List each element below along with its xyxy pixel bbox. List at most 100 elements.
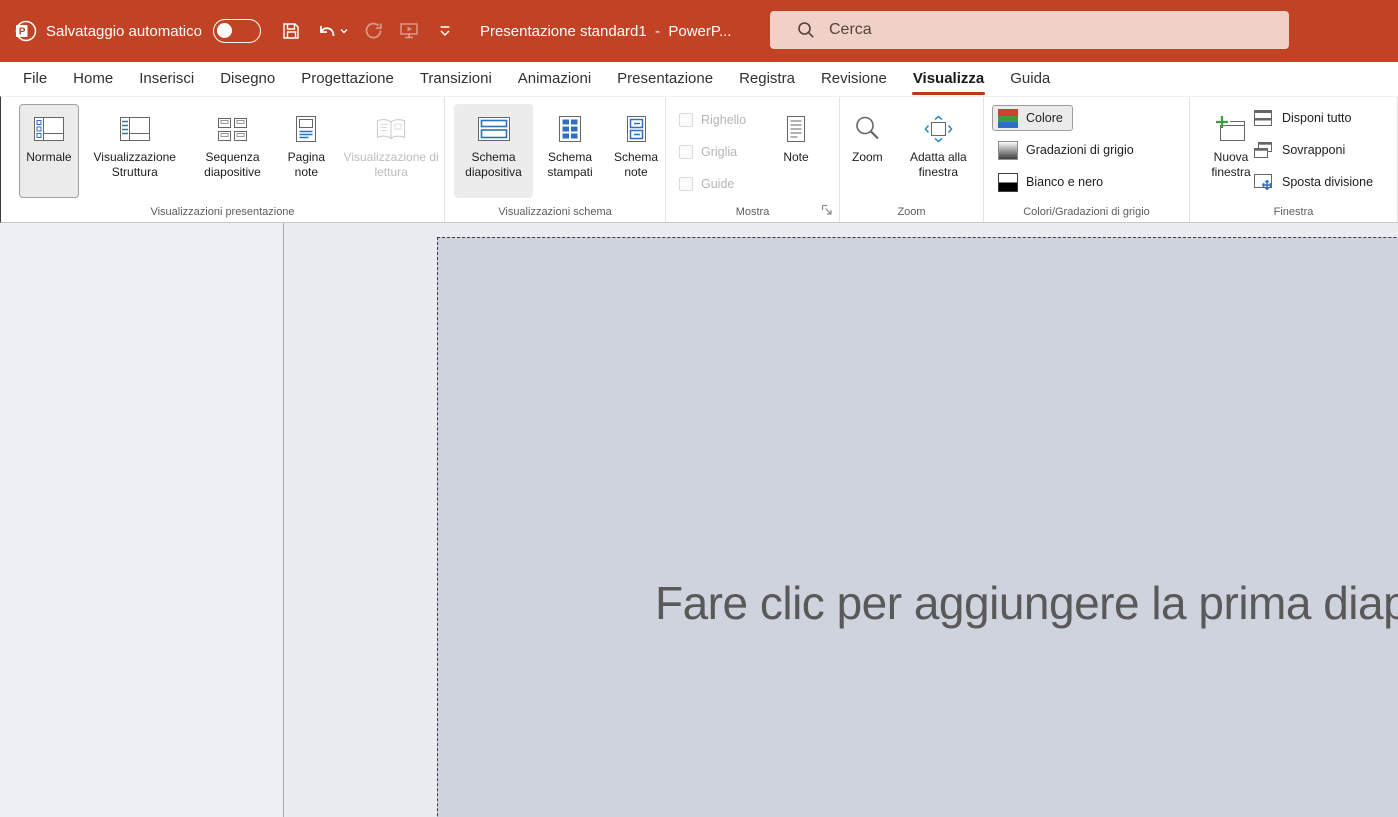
ruler-checkbox[interactable]	[679, 113, 693, 127]
group-finestra: Nuova finestra Disponi tutto Sovrapponi …	[1190, 97, 1398, 222]
search-input[interactable]: Cerca	[770, 11, 1289, 49]
button-label: Schema stampati	[537, 150, 603, 180]
outline-view-icon	[118, 111, 152, 146]
workspace: Fare clic per aggiungere la prima diapos…	[0, 223, 1398, 817]
tab-animazioni[interactable]: Animazioni	[505, 62, 604, 96]
button-label: Colore	[1026, 111, 1063, 125]
document-title: Presentazione standard1 - PowerP...	[480, 23, 732, 40]
notes-button[interactable]: Note	[768, 104, 824, 198]
button-label: Pagina note	[278, 150, 334, 180]
group-colori: Colore Gradazioni di grigio Bianco e ner…	[984, 97, 1190, 222]
titlebar: P Salvataggio automatico Presentazione s…	[0, 0, 1398, 62]
group-label: Mostra	[666, 206, 839, 218]
autosave-toggle[interactable]	[213, 19, 261, 43]
slide-thumbnail-pane[interactable]	[0, 223, 284, 817]
tab-disegno[interactable]: Disegno	[207, 62, 288, 96]
cascade-icon	[1252, 140, 1274, 160]
button-label: Sposta divisione	[1282, 175, 1373, 189]
normal-view-button[interactable]: Normale	[19, 104, 79, 198]
arrange-all-button[interactable]: Disponi tutto	[1246, 105, 1361, 131]
tab-transizioni[interactable]: Transizioni	[407, 62, 505, 96]
tab-progettazione[interactable]: Progettazione	[288, 62, 407, 96]
outline-view-button[interactable]: Visualizzazione Struttura	[82, 104, 188, 198]
slide-sorter-button[interactable]: Sequenza diapositive	[191, 104, 275, 198]
handout-master-button[interactable]: Schema stampati	[536, 104, 604, 198]
powerpoint-window: P Salvataggio automatico Presentazione s…	[0, 0, 1398, 817]
start-presentation-button[interactable]	[396, 19, 422, 43]
notes-page-button[interactable]: Pagina note	[277, 104, 335, 198]
tab-registra[interactable]: Registra	[726, 62, 808, 96]
button-label: Gradazioni di grigio	[1026, 143, 1134, 157]
slide-sorter-icon	[216, 111, 249, 146]
group-label: Zoom	[840, 206, 983, 218]
black-white-button[interactable]: Bianco e nero	[992, 169, 1113, 195]
toggle-knob	[217, 23, 232, 38]
group-label: Colori/Gradazioni di grigio	[984, 206, 1189, 218]
button-label: Schema diapositiva	[455, 150, 532, 180]
ruler-checkbox-row: Righello	[679, 111, 746, 129]
button-label: Schema note	[608, 150, 664, 180]
checkbox-label: Guide	[701, 177, 734, 191]
group-zoom: Zoom Adatta alla finestra Zoom	[840, 97, 984, 222]
group-label: Visualizzazioni schema	[445, 206, 665, 218]
tab-home[interactable]: Home	[60, 62, 126, 96]
gridlines-checkbox[interactable]	[679, 145, 693, 159]
guides-checkbox[interactable]	[679, 177, 693, 191]
undo-button[interactable]	[314, 19, 350, 43]
zoom-icon	[852, 111, 882, 146]
arrange-all-icon	[1252, 108, 1274, 128]
tab-presentazione[interactable]: Presentazione	[604, 62, 726, 96]
search-placeholder: Cerca	[829, 21, 872, 39]
redo-button[interactable]	[362, 19, 386, 43]
fit-to-window-button[interactable]: Adatta alla finestra	[894, 104, 983, 198]
notes-master-button[interactable]: Schema note	[607, 104, 665, 198]
button-label: Adatta alla finestra	[895, 150, 982, 180]
save-button[interactable]	[280, 20, 302, 42]
normal-view-icon	[32, 111, 66, 146]
button-label: Note	[783, 150, 808, 165]
group-label: Visualizzazioni presentazione	[1, 206, 444, 218]
notes-master-icon	[625, 111, 648, 146]
fit-to-window-icon	[922, 111, 955, 146]
move-split-button[interactable]: Sposta divisione	[1246, 169, 1383, 195]
tab-inserisci[interactable]: Inserisci	[126, 62, 207, 96]
button-label: Normale	[26, 150, 71, 165]
color-icon	[998, 109, 1018, 128]
tab-revisione[interactable]: Revisione	[808, 62, 900, 96]
button-label: Sequenza diapositive	[192, 150, 274, 180]
group-visualizzazioni-presentazione: Normale Visualizzazione Struttura Sequen…	[1, 97, 445, 222]
ribbon: Normale Visualizzazione Struttura Sequen…	[0, 96, 1398, 223]
checkbox-label: Righello	[701, 113, 746, 127]
reading-view-icon	[374, 111, 408, 146]
customize-qat-button[interactable]	[436, 23, 454, 39]
new-window-icon	[1213, 111, 1249, 146]
group-visualizzazioni-schema: Schema diapositiva Schema stampati Schem…	[445, 97, 666, 222]
group-label: Finestra	[1190, 206, 1397, 218]
button-label: Bianco e nero	[1026, 175, 1103, 189]
ribbon-tab-bar: File Home Inserisci Disegno Progettazion…	[0, 62, 1398, 96]
svg-text:P: P	[19, 27, 26, 38]
tab-file[interactable]: File	[10, 62, 60, 96]
checkbox-label: Griglia	[701, 145, 737, 159]
guides-checkbox-row: Guide	[679, 175, 746, 193]
button-label: Zoom	[852, 150, 883, 165]
tab-guida[interactable]: Guida	[997, 62, 1063, 96]
grayscale-icon	[998, 141, 1018, 160]
search-icon	[796, 20, 816, 40]
powerpoint-logo-icon[interactable]: P	[12, 18, 38, 44]
empty-slide-area[interactable]: Fare clic per aggiungere la prima diapos…	[437, 237, 1398, 817]
slide-placeholder-text[interactable]: Fare clic per aggiungere la prima diapos…	[655, 576, 1398, 630]
cascade-button[interactable]: Sovrapponi	[1246, 137, 1355, 163]
zoom-button[interactable]: Zoom	[845, 104, 890, 198]
slide-master-button[interactable]: Schema diapositiva	[454, 104, 533, 198]
gridlines-checkbox-row: Griglia	[679, 143, 746, 161]
tab-visualizza[interactable]: Visualizza	[900, 62, 997, 96]
reading-view-button[interactable]: Visualizzazione di lettura	[338, 104, 444, 198]
color-view-button[interactable]: Colore	[992, 105, 1073, 131]
grayscale-button[interactable]: Gradazioni di grigio	[992, 137, 1144, 163]
notes-page-icon	[294, 111, 318, 146]
slide-master-icon	[476, 111, 512, 146]
button-label: Disponi tutto	[1282, 111, 1351, 125]
notes-icon	[784, 111, 808, 146]
black-white-icon	[998, 173, 1018, 192]
